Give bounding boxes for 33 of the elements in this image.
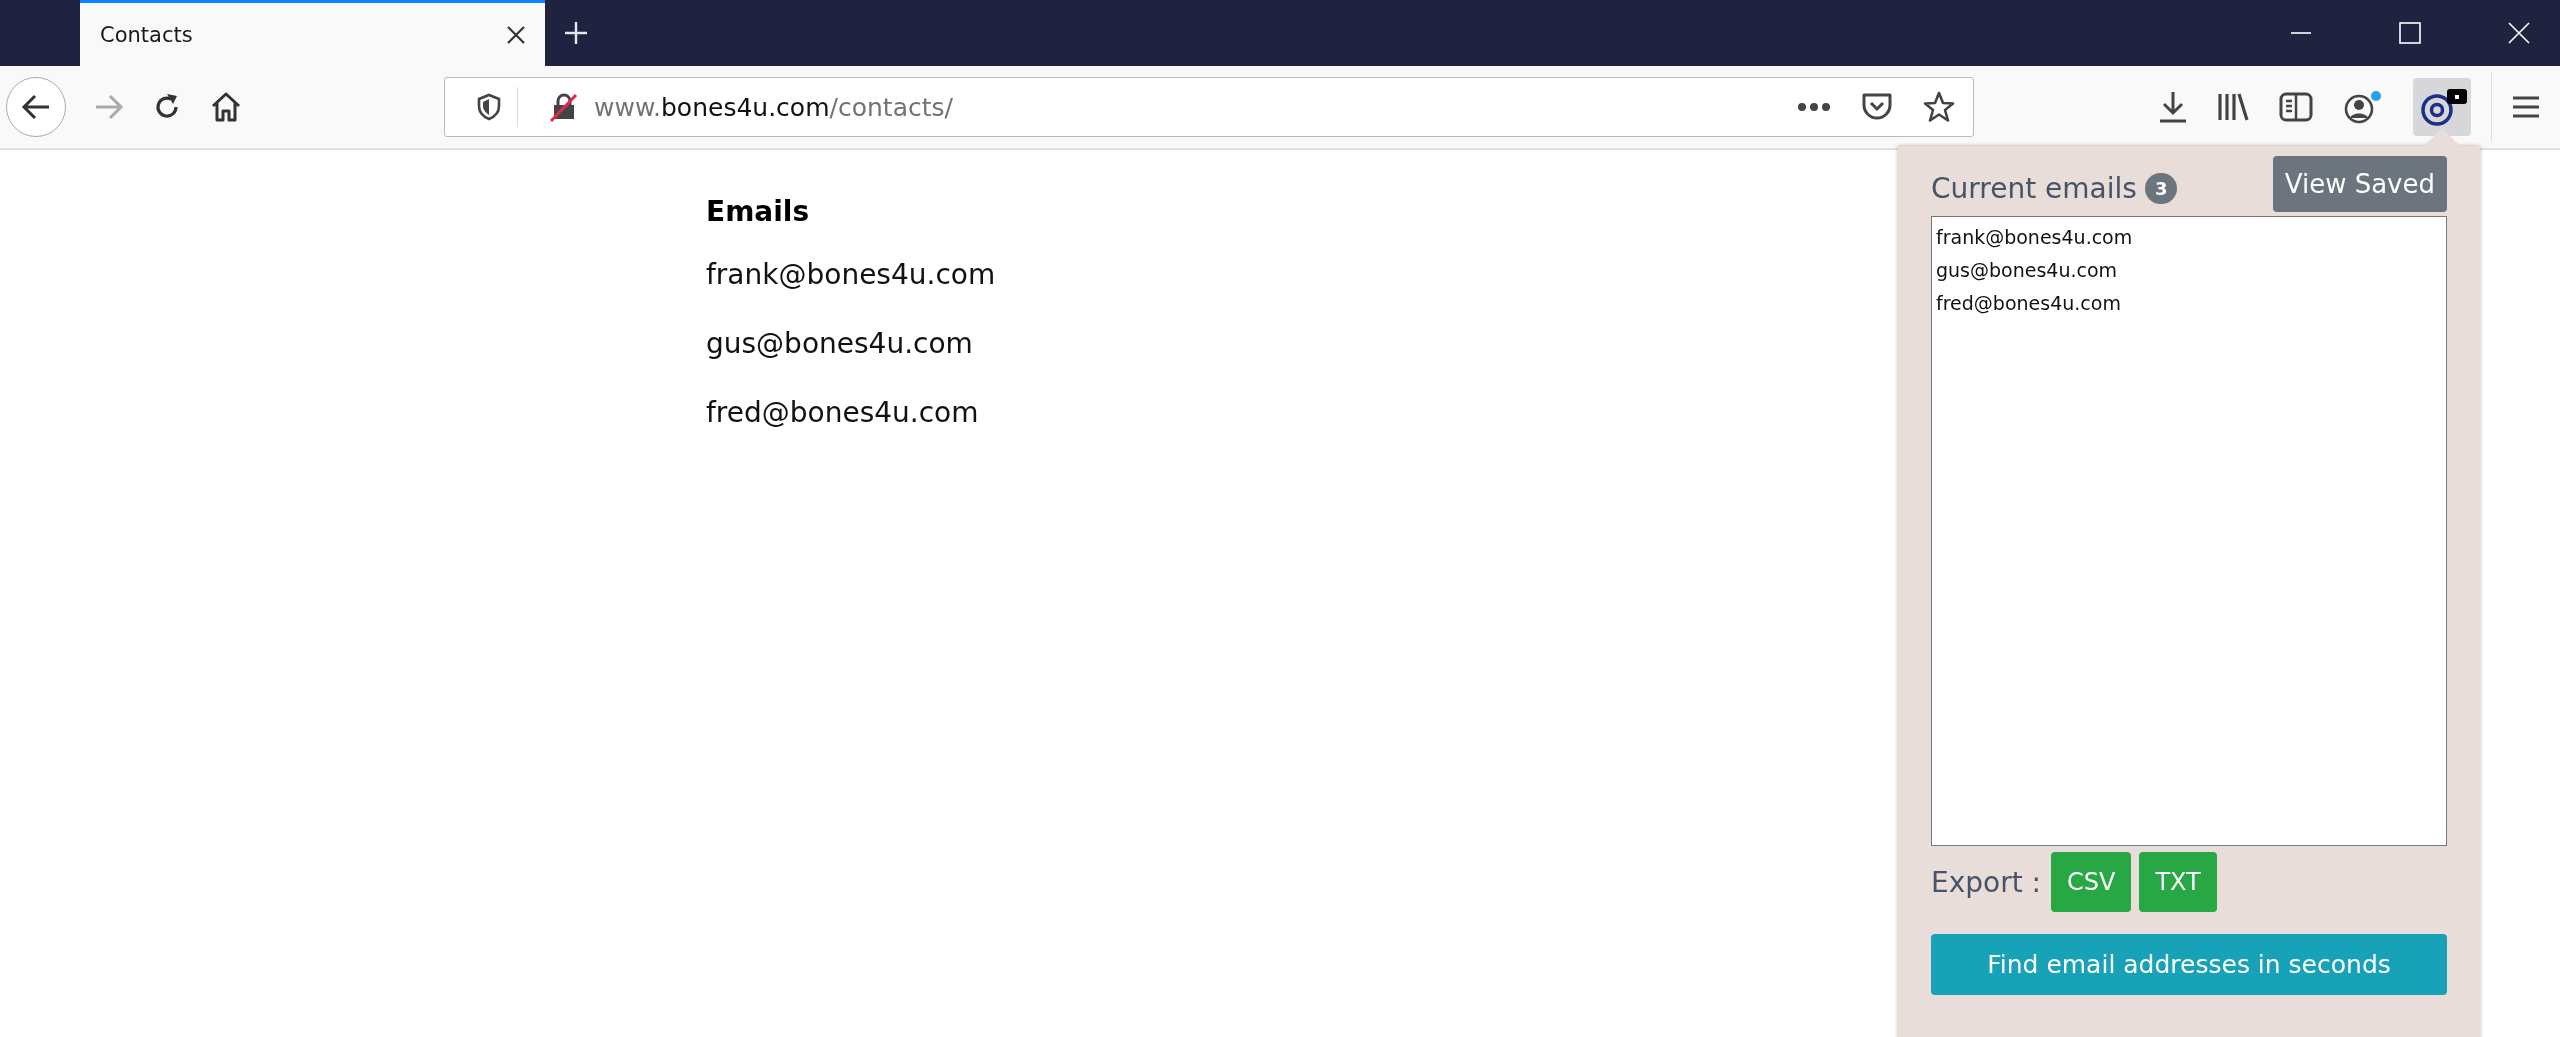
insecure-lock-icon[interactable]: [548, 92, 578, 122]
count-badge: 3: [2144, 173, 2178, 204]
back-arrow-icon: [21, 94, 51, 120]
account-icon[interactable]: [2343, 89, 2383, 125]
emails-textarea[interactable]: frank@bones4u.com gus@bones4u.com fred@bones4u.com: [1931, 216, 2447, 846]
shield-icon[interactable]: [477, 93, 501, 121]
menu-icon[interactable]: [2512, 95, 2540, 119]
page-heading: Emails: [706, 195, 811, 228]
home-icon[interactable]: [210, 91, 242, 123]
export-button[interactable]: CSV: [2051, 852, 2132, 912]
email-address: frank@bones4u.com: [706, 258, 996, 291]
find-emails-button[interactable]: Find email addresses in seconds: [1931, 934, 2447, 995]
pocket-icon[interactable]: [1861, 92, 1893, 122]
close-icon[interactable]: [2508, 22, 2530, 44]
email-address: fred@bones4u.com: [706, 396, 980, 429]
sidebar-icon[interactable]: [2279, 92, 2313, 122]
extension-button[interactable]: [2413, 78, 2471, 136]
library-icon[interactable]: [2217, 92, 2249, 122]
more-icon[interactable]: [1797, 102, 1831, 112]
star-icon[interactable]: [1923, 91, 1955, 123]
email-address: gus@bones4u.com: [706, 327, 974, 360]
export-label: Export :: [1931, 865, 2041, 899]
browser-tab[interactable]: Contacts: [80, 0, 545, 66]
plus-icon[interactable]: [563, 20, 589, 46]
view-saved-button[interactable]: View Saved: [2272, 156, 2447, 212]
export-button[interactable]: TXT: [2139, 852, 2217, 912]
close-icon[interactable]: [505, 23, 527, 46]
url-text: www.bones4u.com/contacts/: [594, 92, 953, 122]
address-bar[interactable]: www.bones4u.com/contacts/: [444, 77, 1974, 137]
popup-title: Current emails: [1931, 172, 2137, 205]
tab-title: Contacts: [100, 22, 193, 47]
maximize-icon[interactable]: [2399, 22, 2421, 44]
download-icon[interactable]: [2159, 91, 2187, 123]
